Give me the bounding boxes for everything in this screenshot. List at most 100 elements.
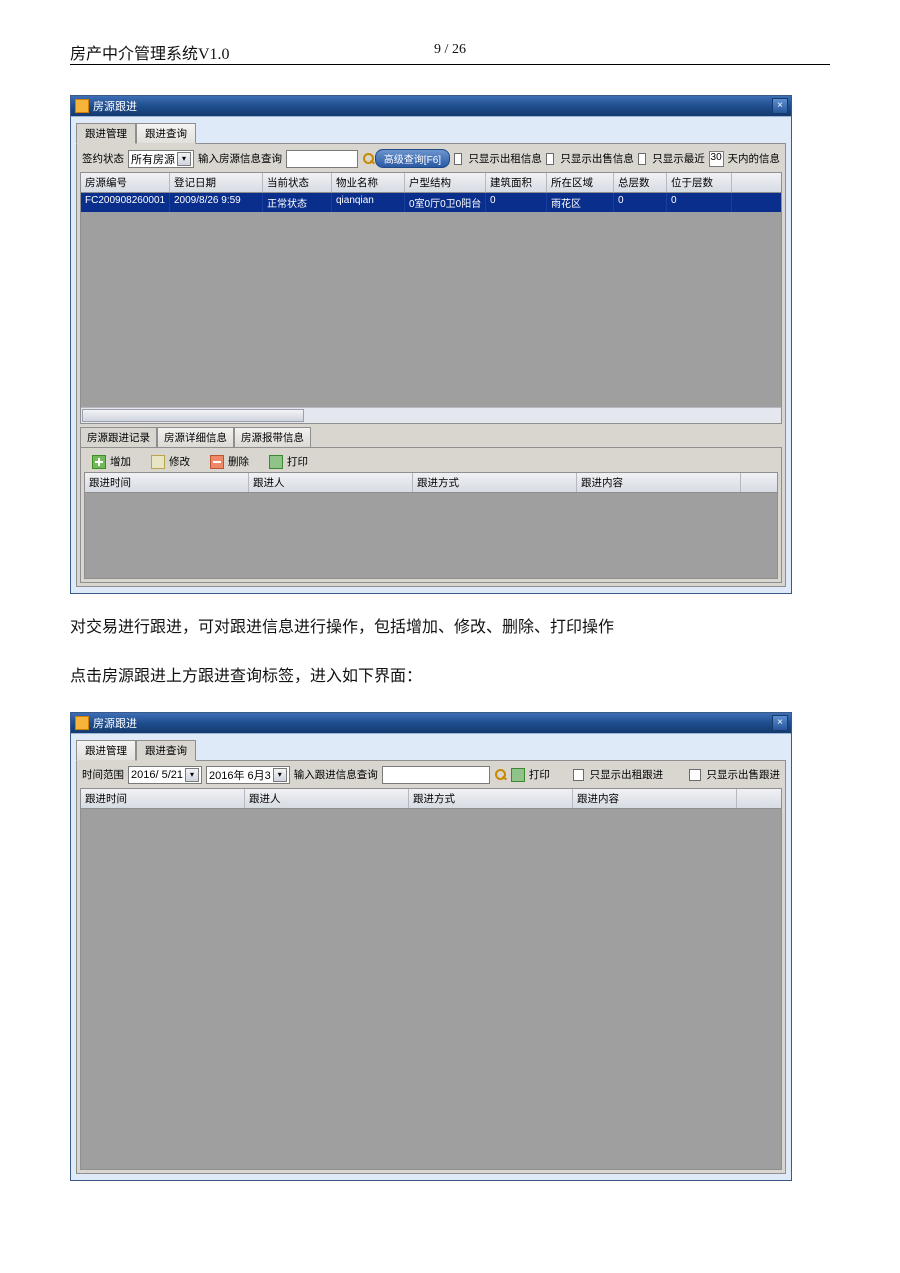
chevron-down-icon[interactable]: ▾ xyxy=(185,768,199,782)
tab-panel-manage: 签约状态 所有房源 ▾ 输入房源信息查询 高级查询[F6] 只显示出租信息 只显… xyxy=(76,143,786,587)
edit-button[interactable]: 修改 xyxy=(151,454,190,469)
search-icon[interactable] xyxy=(362,152,371,166)
grid-column-header[interactable]: 跟进时间 xyxy=(81,789,245,808)
grid-column-header[interactable]: 登记日期 xyxy=(170,173,263,192)
window-titlebar[interactable]: 房源跟进 × xyxy=(71,96,791,116)
tab-panel-query: 时间范围 2016/ 5/21 ▾ 2016年 6月3 ▾ 输入跟进信息查询 打… xyxy=(76,760,786,1174)
status-label: 签约状态 xyxy=(82,151,124,166)
tabstrip: 跟进管理 跟进查询 xyxy=(76,122,786,143)
search-label: 输入房源信息查询 xyxy=(198,151,282,166)
grid-scrollbar[interactable] xyxy=(81,407,781,423)
chevron-down-icon[interactable]: ▾ xyxy=(273,768,287,782)
window-title: 房源跟进 xyxy=(93,98,137,114)
window-icon xyxy=(75,716,89,730)
window-title: 房源跟进 xyxy=(93,715,137,731)
close-icon[interactable]: × xyxy=(772,98,788,114)
window-titlebar[interactable]: 房源跟进 × xyxy=(71,713,791,733)
search-input[interactable] xyxy=(286,150,358,168)
subtabstrip: 房源跟进记录 房源详细信息 房源报带信息 xyxy=(80,427,782,447)
follow-grid-header: 跟进时间跟进人跟进方式跟进内容 xyxy=(84,472,778,493)
date-from-picker[interactable]: 2016/ 5/21 ▾ xyxy=(128,766,202,784)
paragraph-actions: 对交易进行跟进，可对跟进信息进行操作，包括增加、修改、删除、打印操作 xyxy=(70,614,830,643)
window-follow-up-manage: 房源跟进 × 跟进管理 跟进查询 签约状态 所有房源 ▾ 输入房源信息查询 xyxy=(70,95,792,594)
filter-bar: 时间范围 2016/ 5/21 ▾ 2016年 6月3 ▾ 输入跟进信息查询 打… xyxy=(80,764,782,788)
days-input[interactable]: 30 xyxy=(709,151,724,167)
grid-column-header[interactable]: 跟进时间 xyxy=(85,473,249,492)
grid-cell: 雨花区 xyxy=(547,193,614,212)
chevron-down-icon[interactable]: ▾ xyxy=(177,152,191,166)
print-icon xyxy=(511,768,525,782)
subtab-report[interactable]: 房源报带信息 xyxy=(234,427,311,447)
date-to-picker[interactable]: 2016年 6月3 ▾ xyxy=(206,766,290,784)
print-button[interactable]: 打印 xyxy=(511,767,550,782)
grid-column-header[interactable]: 户型结构 xyxy=(405,173,486,192)
tab-manage[interactable]: 跟进管理 xyxy=(76,740,136,761)
delete-icon xyxy=(210,455,224,469)
rent-only-label: 只显示出租信息 xyxy=(468,151,542,166)
status-value: 所有房源 xyxy=(131,151,175,167)
grid-column-header[interactable]: 跟进人 xyxy=(249,473,413,492)
checkbox-recent-only[interactable] xyxy=(638,153,646,165)
print-icon xyxy=(269,455,283,469)
delete-button[interactable]: 删除 xyxy=(210,454,249,469)
grid-cell: 正常状态 xyxy=(263,193,332,212)
recent-only-prefix: 只显示最近 xyxy=(652,151,705,166)
grid-cell: 0 xyxy=(614,193,667,212)
grid-column-header[interactable]: 当前状态 xyxy=(263,173,332,192)
grid-column-header[interactable]: 总层数 xyxy=(614,173,667,192)
recent-only-suffix: 天内的信息 xyxy=(728,151,781,166)
grid-column-header[interactable]: 物业名称 xyxy=(332,173,405,192)
grid-cell: 2009/8/26 9:59 xyxy=(170,193,263,212)
status-combo[interactable]: 所有房源 ▾ xyxy=(128,150,194,168)
close-icon[interactable]: × xyxy=(772,715,788,731)
grid-cell: 0 xyxy=(486,193,547,212)
sale-follow-label: 只显示出售跟进 xyxy=(707,767,781,782)
grid-column-header[interactable]: 跟进方式 xyxy=(413,473,577,492)
window-icon xyxy=(75,99,89,113)
grid-column-header[interactable]: 跟进内容 xyxy=(577,473,741,492)
sale-only-label: 只显示出售信息 xyxy=(560,151,634,166)
grid-column-header[interactable]: 跟进人 xyxy=(245,789,409,808)
grid-column-header[interactable]: 位于层数 xyxy=(667,173,732,192)
grid-column-header[interactable]: 房源编号 xyxy=(81,173,170,192)
print-button[interactable]: 打印 xyxy=(269,454,308,469)
grid-cell: qianqian xyxy=(332,193,405,212)
add-button[interactable]: 增加 xyxy=(92,454,131,469)
tab-query[interactable]: 跟进查询 xyxy=(136,123,196,144)
subpanel: 增加 修改 删除 打印 跟进时间跟进人跟进方式跟进内容 xyxy=(80,447,782,583)
grid-column-header[interactable]: 跟进内容 xyxy=(573,789,737,808)
document-header: 房产中介管理系统V1.0 9 / 26 xyxy=(70,40,830,65)
grid-column-header[interactable]: 跟进方式 xyxy=(409,789,573,808)
search-label: 输入跟进信息查询 xyxy=(294,767,378,782)
grid-cell: 0室0厅0卫0阳台 xyxy=(405,193,486,212)
checkbox-rent-only[interactable] xyxy=(454,153,462,165)
add-icon xyxy=(92,455,106,469)
tab-query[interactable]: 跟进查询 xyxy=(136,740,196,761)
checkbox-sale-follow[interactable] xyxy=(689,769,700,781)
adv-search-button[interactable]: 高级查询[F6] xyxy=(375,149,450,168)
search-icon[interactable] xyxy=(494,768,507,782)
filter-bar: 签约状态 所有房源 ▾ 输入房源信息查询 高级查询[F6] 只显示出租信息 只显… xyxy=(80,147,782,172)
checkbox-rent-follow[interactable] xyxy=(573,769,584,781)
grid-column-header[interactable]: 所在区域 xyxy=(547,173,614,192)
paragraph-query-tab: 点击房源跟进上方跟进查询标签，进入如下界面： xyxy=(70,663,830,692)
time-range-label: 时间范围 xyxy=(82,767,124,782)
scrollbar-thumb[interactable] xyxy=(82,409,304,422)
query-grid-header: 跟进时间跟进人跟进方式跟进内容 xyxy=(80,788,782,809)
subtab-follow-records[interactable]: 房源跟进记录 xyxy=(80,427,157,447)
window-follow-up-query: 房源跟进 × 跟进管理 跟进查询 时间范围 2016/ 5/21 ▾ 2016年… xyxy=(70,712,792,1181)
document-title: 房产中介管理系统V1.0 xyxy=(70,40,230,64)
listing-grid: 房源编号登记日期当前状态物业名称户型结构建筑面积所在区域总层数位于层数 FC20… xyxy=(80,172,782,424)
checkbox-sale-only[interactable] xyxy=(546,153,554,165)
rent-follow-label: 只显示出租跟进 xyxy=(590,767,664,782)
grid-body xyxy=(81,212,781,407)
query-grid-body xyxy=(80,809,782,1170)
subtab-detail[interactable]: 房源详细信息 xyxy=(157,427,234,447)
grid-column-header[interactable]: 建筑面积 xyxy=(486,173,547,192)
tab-manage[interactable]: 跟进管理 xyxy=(76,123,136,144)
grid-cell: 0 xyxy=(667,193,732,212)
edit-icon xyxy=(151,455,165,469)
grid-header: 房源编号登记日期当前状态物业名称户型结构建筑面积所在区域总层数位于层数 xyxy=(81,173,781,193)
grid-row[interactable]: FC2009082600012009/8/26 9:59正常状态qianqian… xyxy=(81,193,781,212)
search-input[interactable] xyxy=(382,766,490,784)
